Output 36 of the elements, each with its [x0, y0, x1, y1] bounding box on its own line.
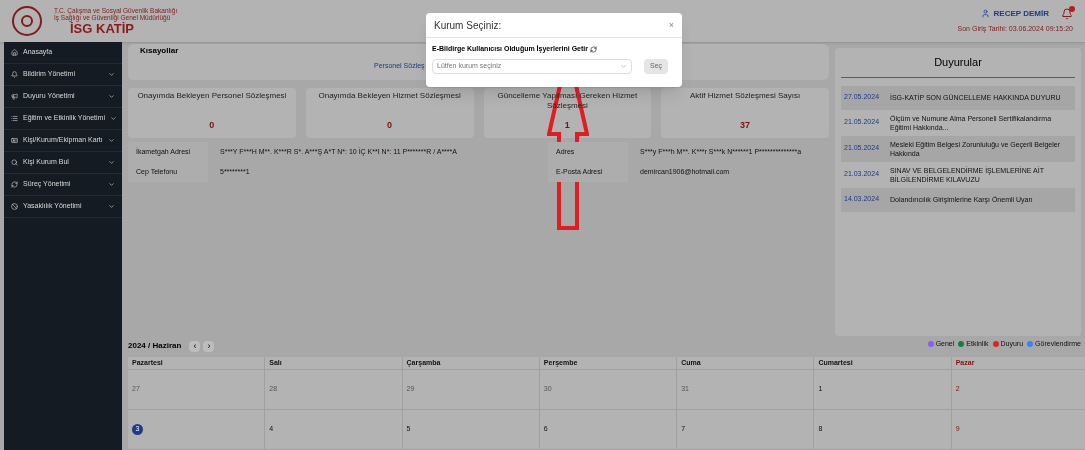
- previous-month-button[interactable]: ‹: [189, 340, 201, 352]
- list-icon: [11, 115, 18, 122]
- search-icon: [11, 159, 18, 166]
- close-button[interactable]: ×: [668, 20, 674, 30]
- refresh-icon[interactable]: [590, 45, 597, 53]
- chevron-down-icon: [108, 71, 115, 78]
- id-card-icon: [11, 137, 18, 144]
- chevron-down-icon: [108, 181, 115, 188]
- home-icon: [11, 49, 18, 56]
- calendar-title: 2024 / Haziran: [128, 340, 182, 352]
- notification-bell-icon[interactable]: [1061, 7, 1073, 20]
- brand-title: İSG KATİP: [70, 20, 136, 36]
- stat-value: 37: [740, 118, 751, 132]
- chevron-down-icon: [108, 159, 115, 166]
- stat-title: Onayımda Bekleyen Personel Sözleşmesi: [137, 91, 287, 101]
- stat-value: 0: [209, 118, 215, 132]
- chevron-down-icon: [620, 62, 627, 70]
- announcements-title: Duyurular: [841, 48, 1075, 78]
- user-name-link[interactable]: RECEP DEMİR: [993, 7, 1049, 20]
- user-icon: [980, 9, 990, 19]
- next-month-button[interactable]: ›: [203, 340, 215, 352]
- megaphone-icon: [11, 93, 18, 100]
- stat-title: Onayımda Bekleyen Hizmet Sözleşmesi: [318, 91, 461, 101]
- dialog-title: Kurum Seçiniz:: [434, 18, 502, 33]
- chevron-down-icon: [109, 115, 117, 122]
- chevron-down-icon: [108, 137, 115, 144]
- chevron-down-icon: [108, 93, 115, 100]
- bell-icon: [11, 71, 18, 78]
- refresh-icon: [11, 181, 18, 188]
- ban-icon: [11, 203, 18, 210]
- chevron-down-icon: [108, 203, 115, 210]
- stat-value: 1: [564, 118, 570, 132]
- stat-title: Aktif Hizmet Sözleşmesi Sayısı: [690, 91, 801, 101]
- ministry-logo-icon: [12, 6, 42, 36]
- stat-value: 0: [387, 118, 393, 132]
- shortcuts-title: Kısayollar: [140, 45, 179, 57]
